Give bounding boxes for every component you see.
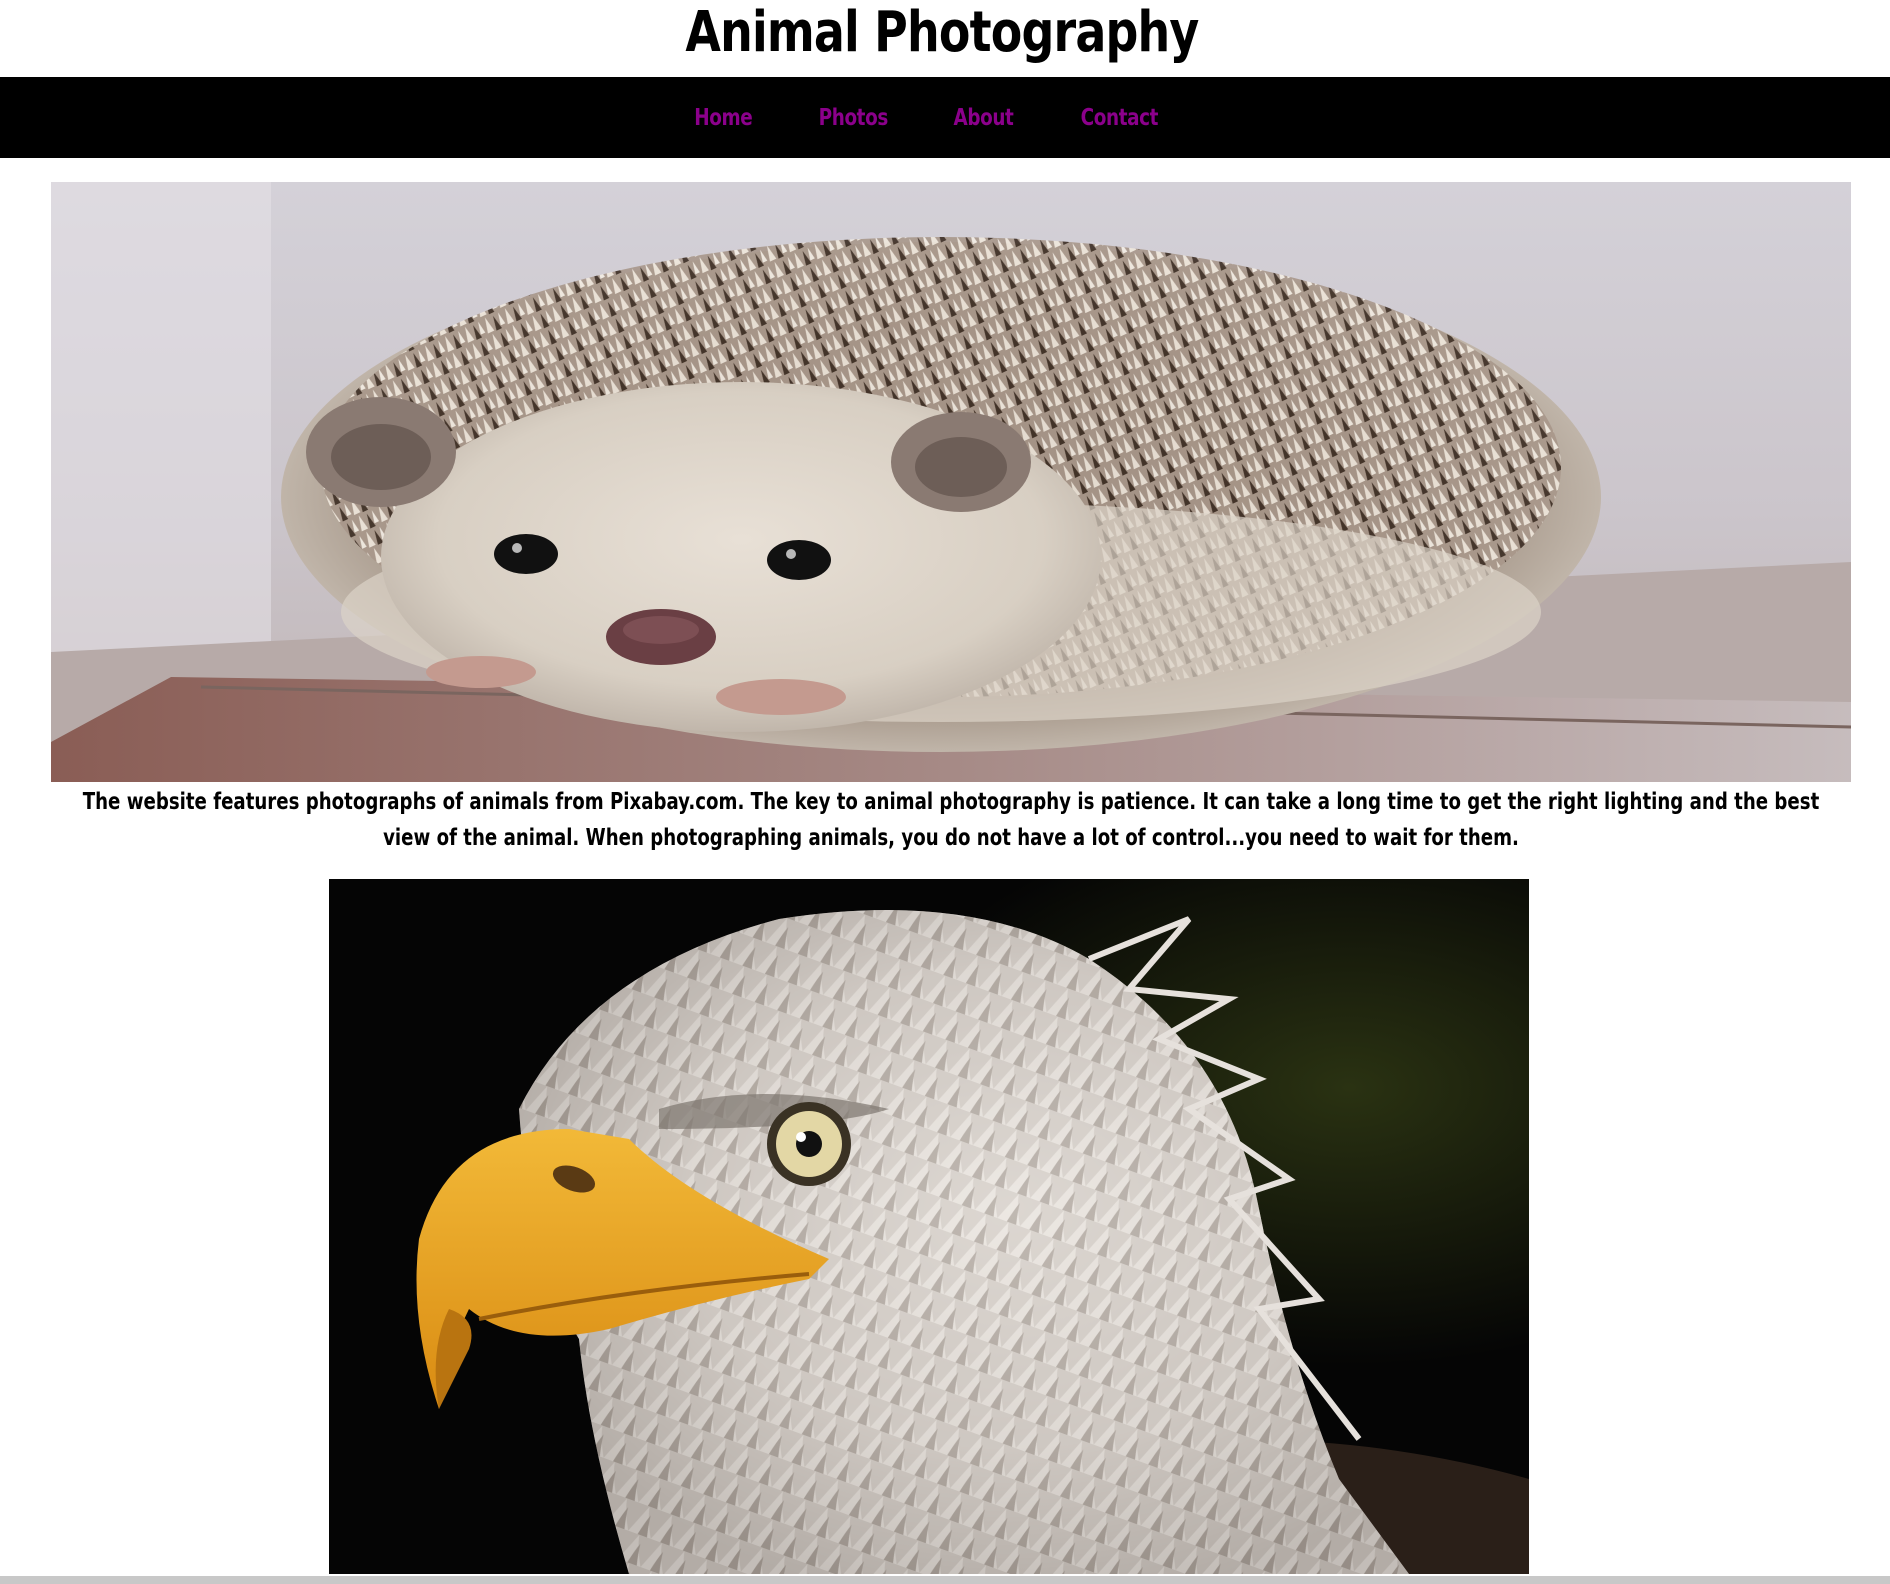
nav-item-contact: Contact (1071, 105, 1168, 131)
nav-item-about: About (946, 105, 1021, 131)
eagle-illustration (329, 879, 1529, 1574)
site-title: Animal Photography (685, 0, 1199, 65)
nav-link-contact[interactable]: Contact (1081, 105, 1159, 131)
hedgehog-photo (51, 182, 1851, 782)
eagle-photo (329, 879, 1529, 1574)
main-nav: Home Photos About Contact (0, 77, 1890, 158)
hedgehog-illustration (51, 182, 1851, 782)
intro-paragraph: The website features photographs of anim… (51, 784, 1851, 856)
nav-list: Home Photos About Contact (0, 77, 1855, 158)
nav-link-home[interactable]: Home (694, 105, 752, 131)
intro-text: The website features photographs of anim… (82, 789, 1820, 851)
nav-link-photos[interactable]: Photos (818, 105, 888, 131)
nav-item-home: Home (687, 105, 760, 131)
horizontal-scrollbar[interactable] (0, 1576, 1890, 1584)
nav-link-about[interactable]: About (954, 105, 1014, 131)
nav-item-photos: Photos (810, 105, 897, 131)
